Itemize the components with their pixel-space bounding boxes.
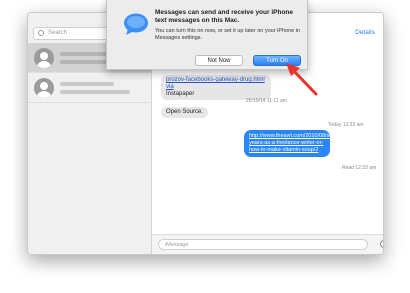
avatar bbox=[34, 48, 54, 68]
link-source: Instapaper bbox=[166, 91, 195, 97]
details-button[interactable]: Details bbox=[355, 29, 375, 36]
link[interactable]: prozov-facebooks-gateway-drug.html via bbox=[166, 77, 265, 90]
incoming-message: Open Source. bbox=[161, 107, 209, 118]
search-placeholder: Search bbox=[48, 30, 68, 36]
message-placeholder: iMessage bbox=[165, 242, 189, 248]
compose-bar: iMessage bbox=[152, 234, 383, 254]
incoming-link-message: prozov-facebooks-gateway-drug.html via I… bbox=[161, 75, 271, 100]
redacted-name bbox=[60, 82, 114, 86]
search-icon bbox=[38, 30, 44, 36]
annotation-arrow-icon bbox=[286, 63, 318, 96]
redacted-preview bbox=[60, 90, 130, 94]
dialog-title: Messages can send and receive your iPhon… bbox=[155, 9, 294, 24]
day-label: Today 12:33 am bbox=[328, 122, 364, 128]
read-receipt: Read 12:33 am bbox=[342, 165, 377, 171]
conversation-item[interactable] bbox=[28, 73, 152, 103]
dialog-body: You can turn this on now, or set it up l… bbox=[155, 28, 301, 41]
timestamp: 25/10/14 11:11 am bbox=[246, 98, 287, 104]
outgoing-link-message[interactable]: http://www.theawl.com/2010/08/seven-year… bbox=[244, 130, 343, 157]
not-now-button[interactable]: Not Now bbox=[195, 55, 243, 66]
message-input[interactable]: iMessage bbox=[158, 239, 368, 250]
messages-app-icon bbox=[124, 13, 148, 35]
emoji-icon[interactable] bbox=[380, 240, 383, 248]
sms-relay-dialog: Messages can send and receive your iPhon… bbox=[106, 0, 308, 70]
avatar bbox=[34, 78, 54, 98]
